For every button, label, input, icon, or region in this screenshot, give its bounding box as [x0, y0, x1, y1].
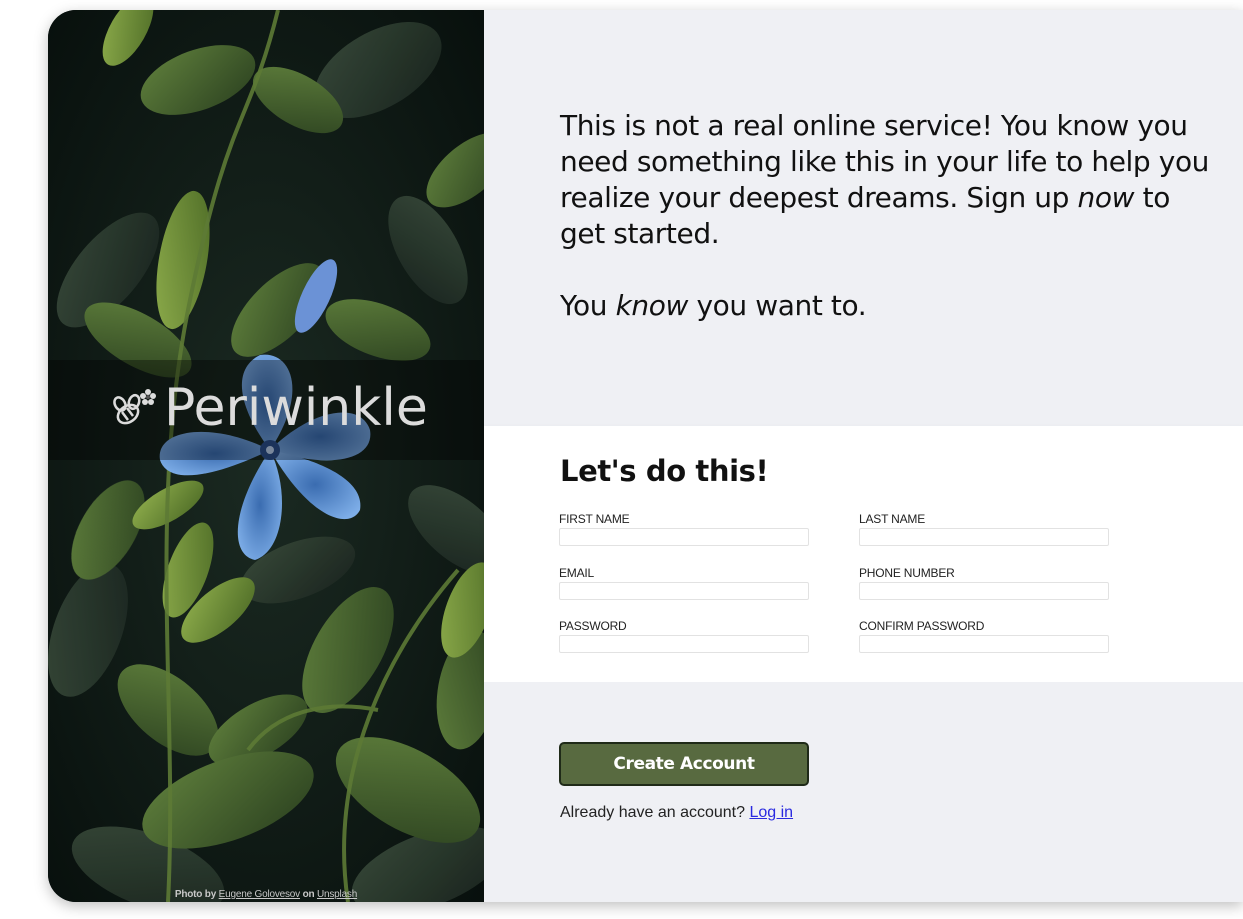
intro-text: This is not a real online service! You k…	[560, 108, 1220, 360]
email-group: Email	[559, 566, 809, 600]
intro-paragraph-2: You know you want to.	[560, 288, 1220, 324]
form-title: Let's do this!	[560, 454, 769, 488]
last-name-field[interactable]	[859, 528, 1109, 546]
login-link[interactable]: Log in	[749, 804, 793, 821]
create-account-button[interactable]: Create Account	[559, 742, 809, 786]
intro-paragraph-1: This is not a real online service! You k…	[560, 108, 1220, 252]
confirm-password-label: Confirm Password	[859, 619, 985, 633]
email-label: Email	[559, 566, 595, 580]
phone-label: Phone Number	[859, 566, 955, 580]
first-name-group: First Name	[559, 512, 809, 546]
brand-logo: Periwinkle	[108, 376, 428, 440]
signup-form: Let's do this! First Name Last Name Emai…	[484, 426, 1243, 682]
confirm-password-field[interactable]	[859, 635, 1109, 653]
brand-name: Periwinkle	[164, 378, 428, 438]
signup-page: Periwinkle Photo by Eugene Golovesov on …	[48, 10, 1243, 902]
hero-photo-panel: Periwinkle Photo by Eugene Golovesov on …	[48, 10, 484, 902]
first-name-field[interactable]	[559, 528, 809, 546]
intro-text-run: you want to.	[687, 289, 867, 322]
confirm-password-group: Confirm Password	[859, 619, 1109, 653]
password-field[interactable]	[559, 635, 809, 653]
phone-field[interactable]	[859, 582, 1109, 600]
intro-section: This is not a real online service! You k…	[484, 10, 1243, 426]
photo-author-link[interactable]: Eugene Golovesov	[219, 889, 301, 900]
password-group: Password	[559, 619, 809, 653]
intro-emphasis-know: know	[615, 289, 689, 322]
content-panel: This is not a real online service! You k…	[484, 10, 1243, 902]
photo-credit-middle: on	[302, 889, 315, 900]
flower-bee-icon	[108, 382, 160, 434]
photo-credit: Photo by Eugene Golovesov on Unsplash	[48, 889, 484, 900]
login-prompt: Already have an account? Log in	[560, 804, 793, 822]
last-name-group: Last Name	[859, 512, 1109, 546]
actions-section: Create Account Already have an account? …	[484, 682, 1243, 902]
photo-credit-prefix: Photo by	[174, 889, 217, 900]
intro-emphasis-now: now	[1077, 181, 1135, 214]
photo-source-link[interactable]: Unsplash	[317, 889, 357, 900]
password-label: Password	[559, 619, 627, 633]
phone-group: Phone Number	[859, 566, 1109, 600]
email-field[interactable]	[559, 582, 809, 600]
intro-text-run: You	[560, 289, 616, 322]
login-prompt-text: Already have an account?	[560, 804, 746, 821]
first-name-label: First Name	[559, 512, 630, 526]
last-name-label: Last Name	[859, 512, 925, 526]
